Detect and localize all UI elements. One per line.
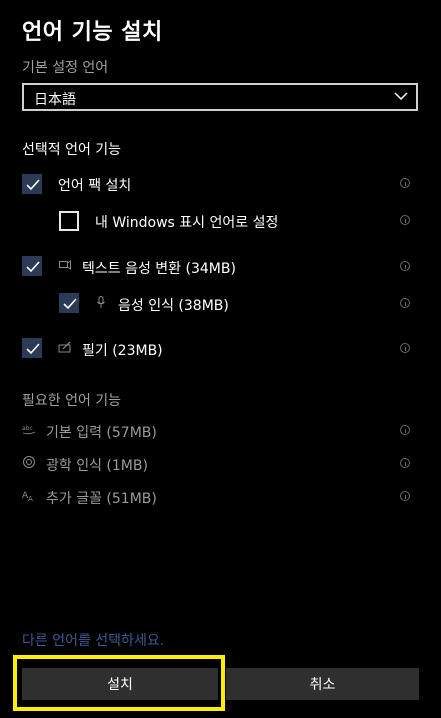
- handwriting-icon: [58, 341, 71, 353]
- info-icon[interactable]: [400, 215, 410, 225]
- svg-text:A: A: [28, 495, 33, 502]
- checkmark-icon: [26, 261, 40, 273]
- tts-checkbox[interactable]: [22, 256, 42, 276]
- ocr-label: 광학 인식 (1MB): [46, 458, 148, 474]
- checkmark-icon: [63, 298, 77, 310]
- fonts-label: 추가 글꼴 (51MB): [46, 491, 157, 507]
- checkmark-icon: [26, 343, 40, 355]
- speech-recognition-label: 음성 인식 (38MB): [118, 298, 229, 314]
- install-highlight: [13, 655, 225, 711]
- language-dropdown[interactable]: 日本語: [22, 83, 418, 111]
- chevron-down-icon: [394, 92, 408, 101]
- language-pack-checkbox[interactable]: [22, 174, 42, 194]
- language-pack-label: 언어 팩 설치: [58, 178, 132, 194]
- font-icon: A A: [22, 491, 33, 502]
- dialog-title: 언어 기능 설치: [22, 20, 163, 45]
- info-icon[interactable]: [400, 178, 410, 188]
- required-features-heading: 필요한 언어 기능: [22, 393, 122, 409]
- info-icon[interactable]: [400, 458, 410, 468]
- basic-typing-label: 기본 입력 (57MB): [46, 425, 157, 441]
- info-icon[interactable]: [400, 425, 410, 435]
- preferred-language-label: 기본 설정 언어: [22, 60, 109, 76]
- optional-features-heading: 선택적 언어 기능: [22, 142, 122, 158]
- handwriting-checkbox[interactable]: [22, 338, 42, 358]
- handwriting-label: 필기 (23MB): [82, 343, 163, 359]
- speech-icon: [59, 260, 71, 270]
- microphone-icon: [97, 296, 105, 308]
- display-language-label: 내 Windows 표시 언어로 설정: [95, 215, 279, 231]
- checkmark-icon: [26, 179, 40, 191]
- info-icon[interactable]: [400, 261, 410, 271]
- language-dropdown-value: 日本語: [34, 92, 76, 108]
- svg-text:abc: abc: [22, 425, 33, 432]
- tts-label: 텍스트 음성 변환 (34MB): [82, 261, 236, 277]
- abc-icon: abc: [22, 425, 36, 435]
- info-icon[interactable]: [400, 298, 410, 308]
- info-icon[interactable]: [400, 343, 410, 353]
- choose-language-link[interactable]: 다른 언어를 선택하세요.: [22, 630, 164, 650]
- ocr-icon: [23, 456, 35, 468]
- speech-recognition-checkbox[interactable]: [59, 293, 79, 313]
- cancel-button[interactable]: 취소: [226, 668, 419, 700]
- info-icon[interactable]: [400, 491, 410, 501]
- display-language-checkbox[interactable]: [59, 211, 79, 231]
